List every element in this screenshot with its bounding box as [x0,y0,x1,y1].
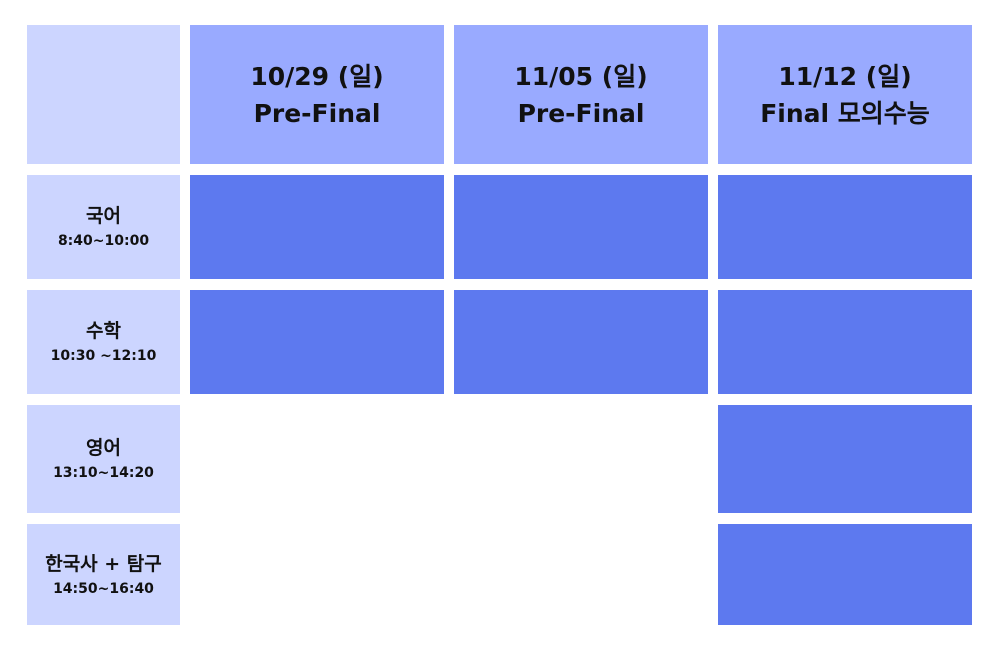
subject-time: 10:30 ~12:10 [50,348,157,364]
schedule-cell-math-1029 [190,290,444,394]
subject-name: 영어 [86,437,121,459]
column-header-1029: 10/29 (일) Pre-Final [190,25,444,164]
subject-name: 한국사 + 탐구 [45,552,162,575]
row-header-history-inquiry: 한국사 + 탐구 14:50~16:40 [27,524,180,625]
schedule-cell-english-1029 [190,405,444,513]
subject-name: 수학 [86,320,121,342]
schedule-cell-history-1029 [190,524,444,625]
subject-name: 국어 [86,205,121,227]
row-header-english: 영어 13:10~14:20 [27,405,180,513]
schedule-cell-history-1105 [454,524,708,625]
column-date: 11/05 (일) [514,61,648,91]
column-date: 10/29 (일) [250,61,384,91]
column-exam-name: Pre-Final [517,98,645,128]
column-exam-name: Final 모의수능 [760,98,930,128]
schedule-cell-korean-1029 [190,175,444,279]
row-header-math: 수학 10:30 ~12:10 [27,290,180,394]
column-header-1112: 11/12 (일) Final 모의수능 [718,25,972,164]
subject-time: 14:50~16:40 [53,580,154,597]
schedule-cell-korean-1112 [718,175,972,279]
schedule-cell-korean-1105 [454,175,708,279]
column-exam-name: Pre-Final [253,98,381,128]
schedule-cell-english-1112 [718,405,972,513]
column-header-1105: 11/05 (일) Pre-Final [454,25,708,164]
schedule-cell-math-1112 [718,290,972,394]
row-header-korean: 국어 8:40~10:00 [27,175,180,279]
subject-time: 8:40~10:00 [57,233,150,249]
schedule-cell-english-1105 [454,405,708,513]
schedule-cell-history-1112 [718,524,972,625]
table-corner [27,25,180,164]
subject-time: 13:10~14:20 [53,465,154,481]
schedule-cell-math-1105 [454,290,708,394]
column-date: 11/12 (일) [778,61,912,91]
